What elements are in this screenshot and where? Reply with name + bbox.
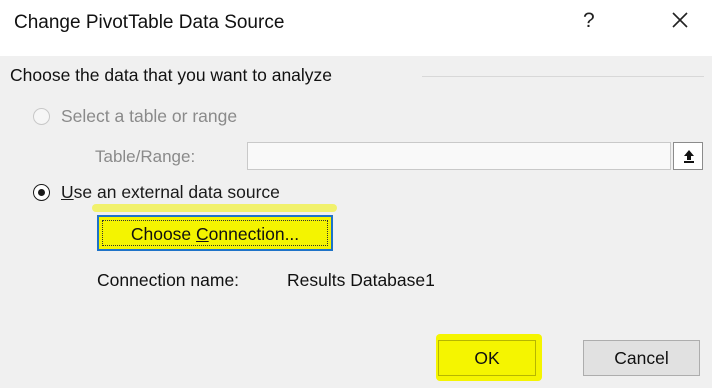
- radio-use-external-source[interactable]: [33, 184, 50, 201]
- ok-button[interactable]: OK: [438, 340, 536, 376]
- table-range-input[interactable]: [247, 142, 671, 170]
- radio-select-table-range[interactable]: [33, 108, 50, 125]
- table-range-label: Table/Range:: [95, 147, 196, 166]
- upload-arrow-icon: [684, 150, 694, 163]
- change-pivottable-data-source-dialog: Change PivotTable Data Source ? Choose t…: [0, 0, 712, 388]
- connection-name-label: Connection name:: [97, 270, 240, 290]
- choose-connection-button[interactable]: Choose Connection...: [97, 215, 333, 251]
- help-button[interactable]: ?: [583, 9, 595, 33]
- close-button[interactable]: [664, 4, 696, 36]
- table-range-collapse-button[interactable]: [673, 142, 703, 170]
- cancel-button[interactable]: Cancel: [583, 340, 700, 376]
- label-rest: se an external data source: [73, 182, 280, 202]
- choose-connection-label: Choose Connection...: [130, 224, 300, 244]
- group-heading: Choose the data that you want to analyze: [10, 65, 339, 86]
- group-divider: [422, 76, 704, 77]
- select-table-range-label: Select a table or range: [61, 106, 238, 126]
- connection-name-value: Results Database1: [287, 270, 435, 290]
- mnemonic-u: U: [61, 182, 74, 202]
- dialog-body: Choose the data that you want to analyze…: [0, 56, 712, 388]
- highlighter-mark: [92, 204, 337, 212]
- close-icon: [672, 12, 688, 28]
- title-bar: Change PivotTable Data Source ?: [0, 0, 712, 56]
- dialog-title: Change PivotTable Data Source: [14, 12, 285, 33]
- use-external-source-label[interactable]: Use an external data source: [61, 182, 280, 203]
